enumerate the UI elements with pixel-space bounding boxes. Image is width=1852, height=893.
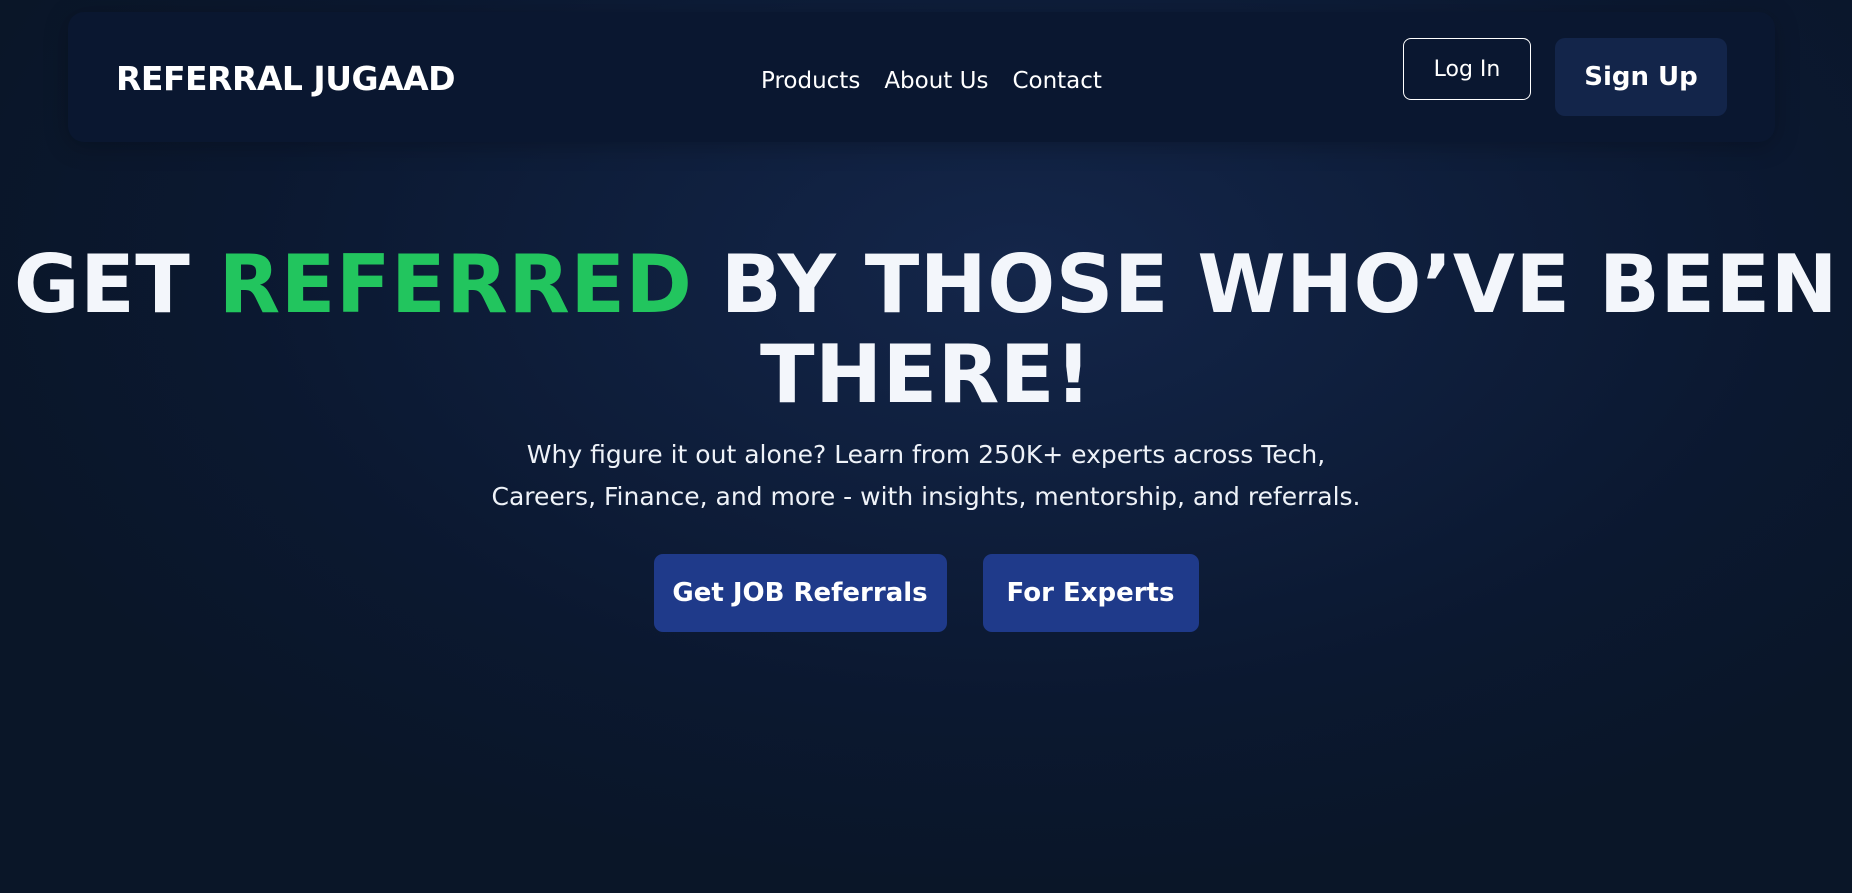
hero-headline: GET REFERRED BY THOSE WHO’VE BEEN THERE! xyxy=(0,240,1852,420)
hero-section: GET REFERRED BY THOSE WHO’VE BEEN THERE!… xyxy=(0,240,1852,632)
main-nav: Products About Us Contact xyxy=(761,65,1102,97)
headline-accent-word: REFERRED xyxy=(218,238,693,331)
nav-link-contact[interactable]: Contact xyxy=(1012,65,1101,97)
nav-link-about-us[interactable]: About Us xyxy=(884,65,988,97)
for-experts-button[interactable]: For Experts xyxy=(982,554,1199,632)
cta-button-group: Get JOB Referrals For Experts xyxy=(0,554,1852,632)
brand-logo-text[interactable]: REFERRAL JUGAAD xyxy=(116,59,456,99)
top-navbar: REFERRAL JUGAAD Products About Us Contac… xyxy=(68,12,1775,142)
signup-button[interactable]: Sign Up xyxy=(1555,38,1727,116)
login-button[interactable]: Log In xyxy=(1403,38,1531,100)
get-job-referrals-button[interactable]: Get JOB Referrals xyxy=(653,554,947,632)
nav-link-products[interactable]: Products xyxy=(761,65,860,97)
headline-text-end: BY THOSE WHO’VE BEEN THERE! xyxy=(692,238,1839,421)
headline-text-start: GET xyxy=(13,238,219,331)
hero-subtitle: Why figure it out alone? Learn from 250K… xyxy=(491,440,1361,511)
